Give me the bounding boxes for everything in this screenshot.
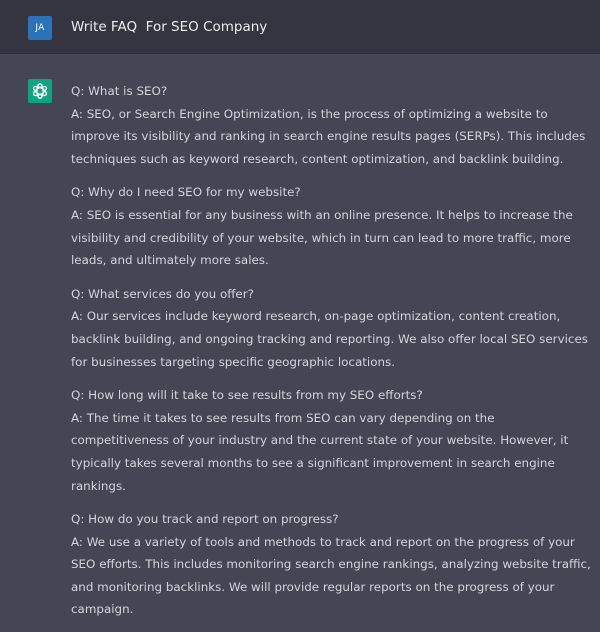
faq-question: Q: Why do I need SEO for my website? <box>71 185 301 200</box>
faq-item: Q: How long will it take to see results … <box>71 384 596 497</box>
assistant-avatar <box>28 79 52 103</box>
openai-logo-icon <box>32 83 48 99</box>
assistant-answer: Q: What is SEO? A: SEO, or Search Engine… <box>71 80 596 632</box>
faq-question: Q: What is SEO? <box>71 84 168 98</box>
user-avatar: JA <box>28 16 52 40</box>
user-prompt-text: Write FAQ For SEO Company <box>71 19 268 35</box>
faq-item: Q: Why do I need SEO for my website? A: … <box>71 181 596 271</box>
faq-answer: A: SEO is essential for any business wit… <box>71 207 573 268</box>
user-message-row: JA Write FAQ For SEO Company <box>0 0 600 53</box>
faq-item: Q: What is SEO? A: SEO, or Search Engine… <box>71 80 596 170</box>
faq-question: Q: What services do you offer? <box>71 286 254 301</box>
faq-answer: A: The time it takes to see results from… <box>71 410 569 493</box>
faq-item: Q: How do you track and report on progre… <box>71 508 596 621</box>
faq-answer: A: We use a variety of tools and methods… <box>71 534 591 617</box>
faq-question: Q: How long will it take to see results … <box>71 388 423 403</box>
faq-answer: A: Our services include keyword research… <box>71 309 588 369</box>
message-divider <box>0 53 600 54</box>
faq-item: Q: What services do you offer? A: Our se… <box>71 283 596 373</box>
faq-answer: A: SEO, or Search Engine Optimization, i… <box>71 106 586 166</box>
faq-question: Q: How do you track and report on progre… <box>71 512 339 527</box>
